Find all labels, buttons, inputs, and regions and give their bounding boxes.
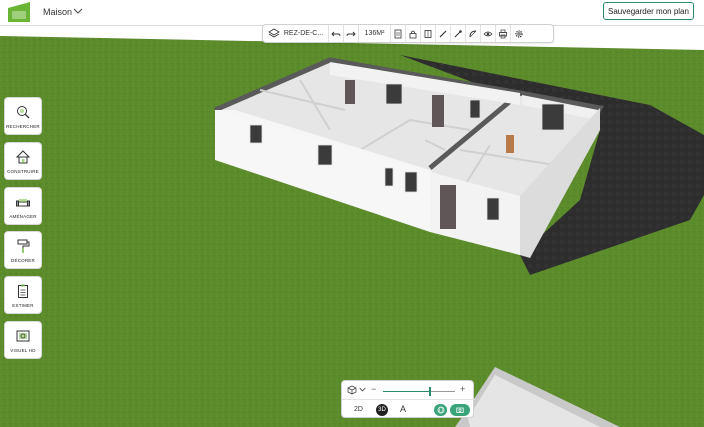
layers-icon <box>268 28 280 37</box>
3d-viewport[interactable] <box>0 26 704 427</box>
level-label: REZ-DE-C... <box>283 30 324 37</box>
redo-button[interactable] <box>344 25 359 42</box>
document-button[interactable] <box>391 25 406 42</box>
text-mode-button[interactable]: A <box>400 404 406 414</box>
sofa-icon <box>16 198 30 206</box>
zoom-in-button[interactable]: + <box>460 384 465 394</box>
chevron-down-icon[interactable] <box>73 6 83 16</box>
globe-icon <box>437 406 444 414</box>
sidebar-item-label: ESTIMER <box>12 302 34 308</box>
paint-roller-icon <box>17 239 30 253</box>
settings-button[interactable] <box>511 25 526 42</box>
view-controls-panel: − + 2D 3D A <box>341 380 475 419</box>
app-root: Maison Sauvegarder mon plan REZ-DE-C... … <box>0 0 704 427</box>
pencil-button[interactable] <box>436 25 451 42</box>
pencil-icon <box>439 30 447 37</box>
view-360-button[interactable] <box>434 404 447 416</box>
zoom-slider-fill <box>383 391 430 392</box>
lock-button[interactable] <box>406 25 421 42</box>
mode-3d-button[interactable]: 3D <box>376 404 388 416</box>
measure-button[interactable] <box>466 25 481 42</box>
sidebar-item-visuel-hd[interactable]: VISUEL HD <box>4 321 42 359</box>
sidebar-item-label: RECHERCHER <box>6 123 40 129</box>
app-header: Maison Sauvegarder mon plan <box>0 0 704 26</box>
sidebar-item-decorer[interactable]: DÉCORER <box>4 231 42 269</box>
brand-logo[interactable] <box>8 2 30 22</box>
sidebar-item-label: CONSTRUIRE <box>7 168 39 174</box>
eye-icon <box>483 31 493 36</box>
camera-button[interactable] <box>450 404 470 416</box>
visibility-button[interactable] <box>481 25 496 42</box>
mode-2d-button[interactable]: 2D <box>354 406 363 413</box>
zoom-slider-thumb[interactable] <box>428 387 431 396</box>
sidebar-item-label: AMÉNAGER <box>9 213 37 219</box>
sidebar-item-construire[interactable]: CONSTRUIRE <box>4 142 42 180</box>
area-display[interactable]: 136M² <box>359 25 391 42</box>
search-icon <box>17 105 30 118</box>
sidebar-item-amenager[interactable]: AMÉNAGER <box>4 187 42 225</box>
zoom-out-button[interactable]: − <box>371 384 376 394</box>
sidebar-item-label: VISUEL HD <box>10 347 36 353</box>
settings-icon <box>514 29 523 38</box>
openings-icon <box>424 29 432 38</box>
undo-icon <box>331 31 341 36</box>
measure-icon <box>469 30 477 37</box>
document-icon <box>394 29 402 38</box>
sidebar-item-estimer[interactable]: ESTIMER <box>4 276 42 314</box>
lock-icon <box>409 30 417 38</box>
scene-svg <box>0 26 704 427</box>
top-toolbar: REZ-DE-C... 136M² <box>262 24 554 43</box>
print-button[interactable] <box>496 25 511 42</box>
level-selector[interactable]: REZ-DE-C... <box>263 25 329 42</box>
openings-button[interactable] <box>421 25 436 42</box>
sidebar-item-rechercher[interactable]: RECHERCHER <box>4 97 42 135</box>
house-icon <box>15 149 31 163</box>
camera-icon <box>456 407 464 413</box>
save-plan-button[interactable]: Sauvegarder mon plan <box>603 2 694 20</box>
photo-icon <box>16 330 30 341</box>
mode-row: 2D 3D A <box>342 401 475 419</box>
zoom-row: − + <box>342 381 475 400</box>
chevron-down-icon[interactable] <box>359 386 366 393</box>
dropper-button[interactable] <box>451 25 466 42</box>
redo-icon <box>346 31 356 36</box>
project-name[interactable]: Maison <box>43 7 72 17</box>
dropper-icon <box>454 29 462 37</box>
print-icon <box>499 29 507 38</box>
zoom-slider[interactable] <box>383 387 455 396</box>
cube-icon[interactable] <box>347 385 357 395</box>
clipboard-icon <box>18 284 28 298</box>
undo-button[interactable] <box>329 25 344 42</box>
sidebar-item-label: DÉCORER <box>11 257 35 263</box>
